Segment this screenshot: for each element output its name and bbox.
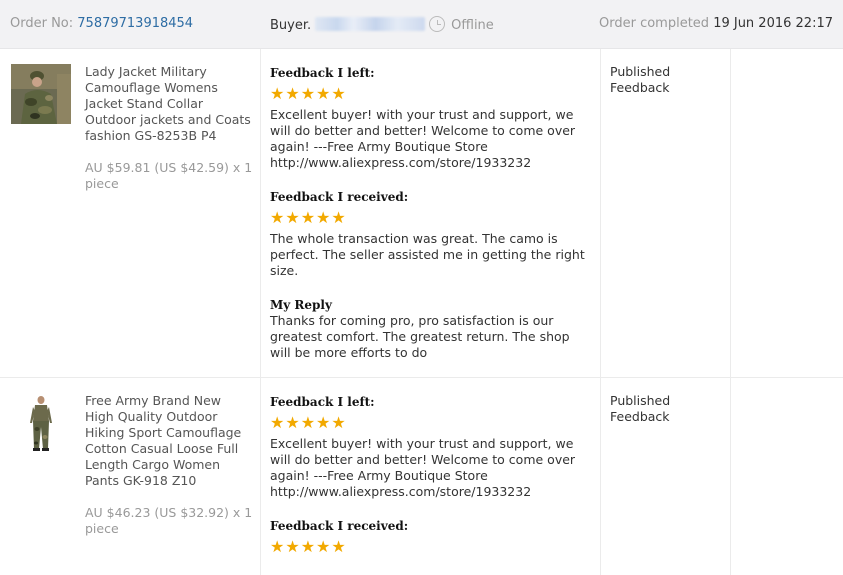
column-divider — [600, 49, 601, 377]
feedback-received-label: Feedback I received: — [270, 519, 409, 533]
my-reply-label: My Reply — [270, 298, 332, 312]
column-divider — [600, 378, 601, 575]
completed-label: Order completed — [599, 16, 714, 31]
buyer-name-redacted — [315, 17, 426, 31]
column-divider — [730, 49, 731, 377]
product-thumbnail-pants[interactable] — [11, 393, 71, 453]
order-number-link[interactable]: 75879713918454 — [77, 16, 193, 31]
order-number-label: Order No: 75879713918454 — [10, 16, 193, 31]
order-header: Order No: 75879713918454 Buyer. Offline O… — [0, 0, 843, 49]
feedback-left-section: Feedback I left: ★★★★★ Excellent buyer! … — [270, 65, 590, 171]
feedback-status: Published Feedback — [610, 393, 671, 424]
buyer-label: Buyer. — [270, 18, 312, 33]
feedback-received-text: The whole transaction was great. The cam… — [270, 231, 585, 278]
my-reply-section: My Reply Thanks for coming pro, pro sati… — [270, 297, 590, 361]
column-divider — [730, 378, 731, 575]
buyer-info: Buyer. Offline — [270, 16, 494, 33]
order-label-text: Order No: — [10, 16, 78, 31]
product-name[interactable]: Lady Jacket Military Camouflage Womens J… — [85, 64, 253, 144]
my-reply-text: Thanks for coming pro, pro satisfaction … — [270, 313, 570, 360]
feedback-left-label: Feedback I left: — [270, 66, 375, 80]
feedback-left-stars: ★★★★★ — [270, 84, 347, 103]
feedback-received-stars: ★★★★★ — [270, 537, 347, 556]
product-name[interactable]: Free Army Brand New High Quality Outdoor… — [85, 393, 253, 489]
feedback-received-section: Feedback I received: ★★★★★ — [270, 518, 590, 556]
feedback-status: Published Feedback — [610, 64, 671, 95]
feedback-received-section: Feedback I received: ★★★★★ The whole tra… — [270, 189, 590, 279]
feedback-received-stars: ★★★★★ — [270, 208, 347, 227]
completed-date: 19 Jun 2016 22:17 — [713, 16, 833, 31]
order-row: Lady Jacket Military Camouflage Womens J… — [0, 49, 843, 378]
feedback-received-label: Feedback I received: — [270, 190, 409, 204]
feedback-left-text: Excellent buyer! with your trust and sup… — [270, 436, 576, 499]
column-divider — [260, 49, 261, 377]
feedback-left-label: Feedback I left: — [270, 395, 375, 409]
product-price: AU $46.23 (US $32.92) x 1 piece — [85, 505, 253, 536]
product-price: AU $59.81 (US $42.59) x 1 piece — [85, 160, 253, 191]
order-completed: Order completed 19 Jun 2016 22:17 — [599, 16, 833, 31]
feedback-left-text: Excellent buyer! with your trust and sup… — [270, 107, 576, 170]
order-row: Free Army Brand New High Quality Outdoor… — [0, 378, 843, 575]
product-thumbnail-jacket[interactable] — [11, 64, 71, 124]
column-divider — [260, 378, 261, 575]
feedback-left-stars: ★★★★★ — [270, 413, 347, 432]
buyer-status: Offline — [451, 18, 494, 33]
clock-icon — [429, 16, 446, 32]
feedback-left-section: Feedback I left: ★★★★★ Excellent buyer! … — [270, 394, 590, 500]
